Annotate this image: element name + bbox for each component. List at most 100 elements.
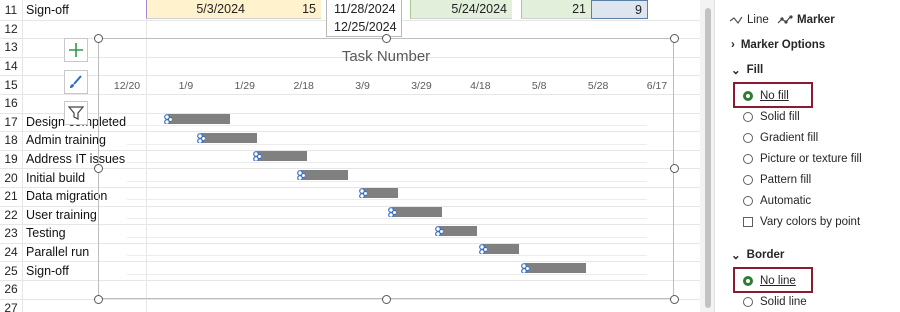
selected-point-marker[interactable]	[296, 169, 305, 180]
cell-start-date[interactable]: 5/3/2024	[146, 0, 250, 19]
row-header[interactable]: 19	[0, 150, 22, 169]
row-header[interactable]: 14	[0, 57, 22, 76]
task-bar[interactable]	[200, 132, 257, 143]
radio-solid-line[interactable]: Solid line	[743, 296, 807, 308]
tab-label: Line	[747, 14, 769, 26]
row-header[interactable]: 20	[0, 168, 22, 187]
option-label: No line	[760, 275, 796, 287]
task-bar[interactable]	[392, 207, 443, 217]
task-name-cell[interactable]	[22, 20, 142, 39]
section-fill[interactable]: ⌄ Fill	[731, 63, 763, 77]
task-bar[interactable]	[439, 225, 478, 236]
radio-icon	[743, 175, 753, 185]
x-tick-label: 4/18	[470, 80, 491, 92]
selected-point-marker[interactable]	[435, 225, 444, 236]
scrollbar-thumb[interactable]	[705, 8, 711, 308]
chart-filters-button[interactable]	[64, 101, 88, 125]
dropdown-option[interactable]: 11/28/2024	[327, 0, 401, 18]
chevron-right-icon: ›	[731, 39, 735, 51]
format-data-series-panel: Line Marker › Marker Options ⌄ Fill No f…	[714, 0, 900, 312]
tab-label: Marker	[797, 14, 835, 26]
option-label: Automatic	[760, 195, 812, 207]
x-tick-label: 3/9	[355, 80, 370, 92]
row-header[interactable]: 27	[0, 299, 22, 312]
cell-value: 5/24/2024	[451, 2, 507, 16]
worksheet[interactable]: 11 12 13 14 15 16 17 18 19 20 21 22 23 24 25 26 27 Sign-…	[0, 0, 700, 312]
radio-icon	[743, 297, 753, 307]
task-bar[interactable]	[524, 262, 587, 273]
row-header[interactable]: 25	[0, 261, 22, 280]
radio-solid-fill[interactable]: Solid fill	[743, 111, 800, 123]
chevron-down-icon: ⌄	[731, 250, 741, 262]
radio-icon	[743, 276, 753, 286]
radio-picture-fill[interactable]: Picture or texture fill	[743, 153, 862, 165]
row-header[interactable]: 15	[0, 75, 22, 94]
radio-pattern-fill[interactable]: Pattern fill	[743, 174, 811, 186]
task-bar[interactable]	[362, 188, 398, 199]
row-header[interactable]: 12	[0, 20, 22, 39]
plot-gridline	[127, 218, 647, 219]
resize-handle[interactable]	[381, 294, 391, 304]
row-header[interactable]: 13	[0, 38, 22, 57]
cell-selected[interactable]: 9	[591, 0, 648, 19]
date-dropdown-list[interactable]: 11/28/2024 12/25/2024	[326, 0, 402, 37]
task-name-cell[interactable]: Sign-off	[22, 1, 142, 20]
plot-gridline	[127, 273, 647, 275]
row-header[interactable]: 17	[0, 113, 22, 132]
chart-elements-button[interactable]	[64, 38, 88, 62]
resize-handle[interactable]	[93, 294, 103, 304]
dropdown-option[interactable]: 12/25/2024	[327, 18, 401, 36]
cell-value: 5/3/2024	[196, 2, 245, 16]
cell-end-date[interactable]: 5/24/2024	[410, 0, 512, 19]
selected-point-marker[interactable]	[388, 207, 396, 217]
row-header[interactable]: 23	[0, 224, 22, 243]
section-label: Marker Options	[740, 39, 826, 51]
checkbox-vary-colors[interactable]: Vary colors by point	[743, 216, 860, 228]
task-bar[interactable]	[300, 169, 348, 180]
selected-point-marker[interactable]	[479, 244, 488, 255]
selected-point-marker[interactable]	[196, 132, 205, 143]
selected-point-marker[interactable]	[520, 262, 529, 273]
cell-duration[interactable]: 15	[250, 0, 321, 19]
resize-handle[interactable]	[93, 164, 103, 173]
resize-handle[interactable]	[669, 33, 679, 43]
x-tick-label: 5/8	[531, 80, 547, 92]
chart-title[interactable]: Task Number	[99, 48, 673, 65]
plot-gridline	[127, 255, 647, 257]
selected-point-marker[interactable]	[164, 114, 173, 124]
row-header[interactable]: 26	[0, 280, 22, 299]
selected-point-marker[interactable]	[252, 151, 261, 162]
x-tick-label: 6/17	[646, 80, 668, 92]
task-bar[interactable]	[168, 114, 231, 124]
task-bar[interactable]	[256, 151, 307, 162]
radio-icon	[743, 154, 753, 164]
row-header[interactable]: 11	[0, 1, 22, 20]
cell-value: 15	[302, 2, 316, 16]
resize-handle[interactable]	[669, 294, 679, 304]
resize-handle[interactable]	[669, 164, 679, 173]
tab-line[interactable]: Line	[729, 14, 769, 26]
radio-gradient-fill[interactable]: Gradient fill	[743, 132, 818, 144]
section-label: Fill	[746, 64, 764, 76]
section-border[interactable]: ⌄ Border	[731, 248, 784, 262]
radio-icon	[743, 112, 753, 122]
selected-point-marker[interactable]	[358, 188, 367, 199]
chevron-down-icon: ⌄	[731, 65, 741, 77]
row-header[interactable]: 22	[0, 206, 22, 225]
row-header[interactable]: 24	[0, 243, 22, 262]
resize-handle[interactable]	[381, 33, 391, 43]
row-header[interactable]: 16	[0, 94, 22, 113]
radio-no-line[interactable]: No line	[743, 275, 796, 287]
task-bar[interactable]	[483, 244, 519, 255]
radio-automatic[interactable]: Automatic	[743, 195, 811, 207]
tab-marker[interactable]: Marker	[777, 14, 835, 26]
section-marker-options[interactable]: › Marker Options	[731, 39, 825, 51]
row-header[interactable]: 18	[0, 131, 22, 150]
resize-handle[interactable]	[93, 33, 103, 43]
cell-days[interactable]: 21	[521, 0, 591, 19]
row-header[interactable]: 21	[0, 187, 22, 206]
chart-styles-button[interactable]	[64, 70, 88, 94]
task-name-cell[interactable]	[22, 299, 142, 312]
gantt-chart[interactable]: Task Number 12/20 1/9 1/29 2/18 3/9 3/29 4/18 5…	[98, 38, 674, 299]
radio-no-fill[interactable]: No fill	[743, 90, 789, 102]
